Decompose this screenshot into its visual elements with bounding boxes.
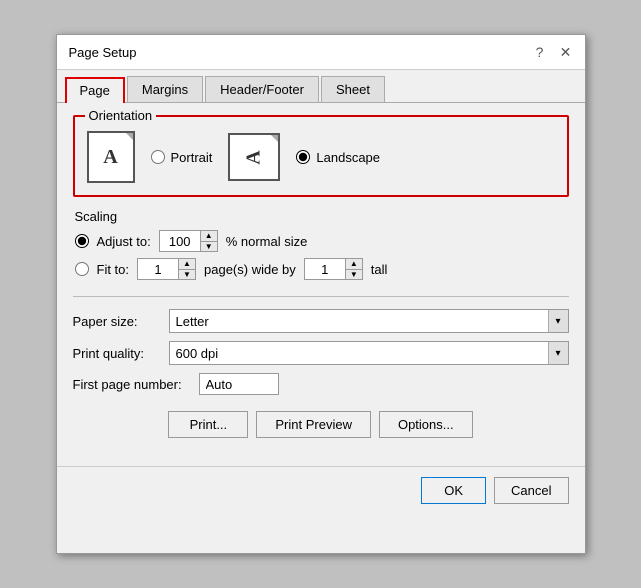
- fit-option[interactable]: [75, 262, 89, 276]
- fit-radio[interactable]: [75, 262, 89, 276]
- title-bar: Page Setup ? ✕: [57, 35, 585, 70]
- portrait-radio[interactable]: [151, 150, 165, 164]
- orientation-row: A Portrait A Landscape: [87, 127, 555, 183]
- adjust-radio[interactable]: [75, 234, 89, 248]
- adjust-to-row: Adjust to: ▲ ▼ % normal size: [75, 230, 569, 252]
- first-page-label: First page number:: [73, 377, 193, 392]
- tab-page[interactable]: Page: [65, 77, 125, 103]
- adjust-up-btn[interactable]: ▲: [201, 231, 217, 241]
- portrait-option[interactable]: Portrait: [151, 150, 213, 165]
- fit-pages-down-btn[interactable]: ▼: [179, 269, 195, 279]
- paper-size-value: Letter: [176, 314, 562, 329]
- ok-button[interactable]: OK: [421, 477, 486, 504]
- paper-size-arrow: ▾: [548, 310, 568, 332]
- help-button[interactable]: ?: [529, 41, 551, 63]
- action-button-row: Print... Print Preview Options...: [73, 411, 569, 438]
- scaling-label: Scaling: [75, 209, 569, 224]
- adjust-spinner[interactable]: ▲ ▼: [159, 230, 218, 252]
- print-quality-dropdown[interactable]: 600 dpi ▾: [169, 341, 569, 365]
- first-page-row: First page number:: [73, 373, 569, 395]
- fit-label: Fit to:: [97, 262, 130, 277]
- print-quality-arrow: ▾: [548, 342, 568, 364]
- tab-sheet[interactable]: Sheet: [321, 76, 385, 102]
- tab-margins[interactable]: Margins: [127, 76, 203, 102]
- orientation-group: Orientation A Portrait A: [73, 115, 569, 197]
- print-quality-label: Print quality:: [73, 346, 163, 361]
- scaling-section: Scaling Adjust to: ▲ ▼ % normal size: [73, 209, 569, 280]
- adjust-option[interactable]: [75, 234, 89, 248]
- fit-tall-up-btn[interactable]: ▲: [346, 259, 362, 269]
- dialog-title: Page Setup: [69, 45, 137, 60]
- tab-bar: Page Margins Header/Footer Sheet: [57, 70, 585, 103]
- fit-tall-input[interactable]: [305, 259, 345, 279]
- landscape-option[interactable]: Landscape: [296, 150, 380, 165]
- fit-pages-spinner-buttons: ▲ ▼: [178, 259, 195, 279]
- portrait-icon: A: [87, 131, 135, 183]
- close-button[interactable]: ✕: [555, 41, 577, 63]
- orientation-label: Orientation: [85, 108, 157, 123]
- paper-size-label: Paper size:: [73, 314, 163, 329]
- landscape-icon: A: [228, 133, 280, 181]
- adjust-label: Adjust to:: [97, 234, 151, 249]
- print-quality-value: 600 dpi: [176, 346, 562, 361]
- print-button[interactable]: Print...: [168, 411, 248, 438]
- options-button[interactable]: Options...: [379, 411, 473, 438]
- fit-tall-unit: tall: [371, 262, 388, 277]
- print-quality-row: Print quality: 600 dpi ▾: [73, 341, 569, 365]
- paper-size-dropdown[interactable]: Letter ▾: [169, 309, 569, 333]
- landscape-radio[interactable]: [296, 150, 310, 164]
- fit-to-row: Fit to: ▲ ▼ page(s) wide by ▲ ▼ ta: [75, 258, 569, 280]
- fit-pages-up-btn[interactable]: ▲: [179, 259, 195, 269]
- fit-pages-unit: page(s) wide by: [204, 262, 296, 277]
- first-page-input[interactable]: [199, 373, 279, 395]
- fit-pages-spinner[interactable]: ▲ ▼: [137, 258, 196, 280]
- page-setup-dialog: Page Setup ? ✕ Page Margins Header/Foote…: [56, 34, 586, 554]
- print-preview-button[interactable]: Print Preview: [256, 411, 371, 438]
- cancel-button[interactable]: Cancel: [494, 477, 568, 504]
- adjust-spinner-buttons: ▲ ▼: [200, 231, 217, 251]
- fit-pages-input[interactable]: [138, 259, 178, 279]
- fit-tall-down-btn[interactable]: ▼: [346, 269, 362, 279]
- fit-tall-spinner-buttons: ▲ ▼: [345, 259, 362, 279]
- tab-header-footer[interactable]: Header/Footer: [205, 76, 319, 102]
- dialog-footer: OK Cancel: [57, 466, 585, 516]
- title-controls: ? ✕: [529, 41, 577, 63]
- dialog-content: Orientation A Portrait A: [57, 103, 585, 450]
- adjust-down-btn[interactable]: ▼: [201, 241, 217, 251]
- separator-1: [73, 296, 569, 297]
- paper-size-row: Paper size: Letter ▾: [73, 309, 569, 333]
- adjust-unit: % normal size: [226, 234, 308, 249]
- fit-tall-spinner[interactable]: ▲ ▼: [304, 258, 363, 280]
- adjust-input[interactable]: [160, 231, 200, 251]
